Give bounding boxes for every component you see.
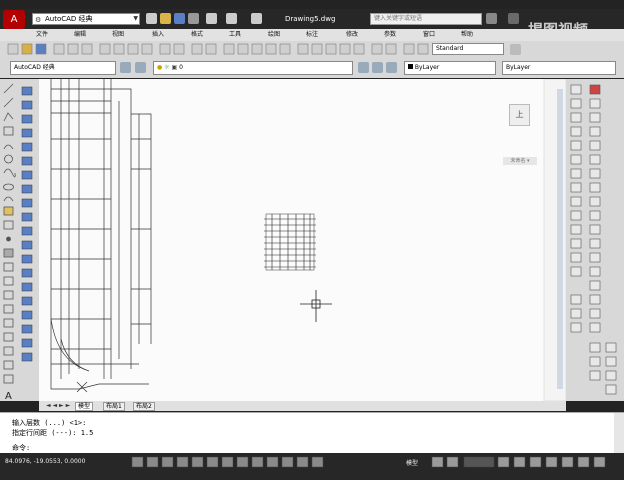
- color-value: ByLayer: [414, 64, 440, 71]
- menu-format[interactable]: 格式: [191, 30, 203, 40]
- tab-model[interactable]: 模型: [75, 402, 94, 411]
- gear-icon: ⚙: [35, 16, 42, 24]
- menu-insert[interactable]: 插入: [152, 30, 164, 40]
- sun-icon: ☼: [164, 64, 170, 71]
- autocad-window: A ⚙ AutoCAD 经典 ▼ Drawing5.dwg 键入关键字或短语 揭…: [0, 0, 624, 480]
- color-swatch: [408, 64, 413, 69]
- standard-toolbar: [0, 41, 624, 58]
- save-icon[interactable]: [174, 13, 185, 24]
- make-current-layer-icon[interactable]: [358, 62, 369, 73]
- menu-file[interactable]: 文件: [36, 30, 48, 40]
- menu-tools[interactable]: 工具: [229, 30, 241, 40]
- menu-window[interactable]: 窗口: [423, 30, 435, 40]
- svg-text:A: A: [5, 391, 12, 401]
- menu-parameters[interactable]: 参数: [384, 30, 396, 40]
- linetype-combo[interactable]: ByLayer: [502, 61, 616, 75]
- layer-manager-icon[interactable]: [135, 62, 146, 73]
- plot-icon[interactable]: [251, 13, 262, 24]
- chevron-down-icon: ▼: [133, 15, 138, 22]
- document-title: Drawing5.dwg: [285, 15, 336, 23]
- text-style-combo[interactable]: Standard: [432, 43, 504, 55]
- layer-previous-icon[interactable]: [372, 62, 383, 73]
- layer-combo[interactable]: ● ☼ ▣ 0: [153, 61, 353, 75]
- menu-edit[interactable]: 编辑: [74, 30, 86, 40]
- color-combo[interactable]: ByLayer: [404, 61, 496, 75]
- lightbulb-icon: ●: [157, 64, 163, 71]
- ucs-menu[interactable]: 未命名 ▾: [503, 157, 537, 165]
- layer-name: 0: [179, 64, 183, 71]
- status-toggle-buttons[interactable]: [130, 455, 340, 469]
- draw-toolbar-left: A: [0, 79, 39, 402]
- communication-center-icon[interactable]: [508, 13, 519, 24]
- menu-view[interactable]: 视图: [112, 30, 124, 40]
- menu-modify[interactable]: 修改: [346, 30, 358, 40]
- command-history-line: 输入层数 (...) <1>:: [12, 419, 87, 427]
- tab-navigation-arrows[interactable]: ◄ ◄ ► ►: [46, 402, 74, 411]
- help-search-input[interactable]: 键入关键字或短语: [370, 13, 482, 25]
- save-as-icon[interactable]: [188, 13, 199, 24]
- menu-help[interactable]: 帮助: [461, 30, 473, 40]
- viewcube[interactable]: 上: [509, 104, 530, 126]
- lock-icon: ▣: [171, 64, 178, 71]
- match-layer-icon[interactable]: [386, 62, 397, 73]
- menu-draw[interactable]: 绘图: [268, 30, 280, 40]
- workspace-settings-icon[interactable]: [120, 62, 131, 73]
- command-prompt[interactable]: 命令:: [12, 443, 30, 453]
- workspace-value: AutoCAD 经典: [45, 15, 93, 23]
- workspace-combo[interactable]: AutoCAD 经典: [10, 61, 116, 75]
- model-space-button[interactable]: 模型: [406, 458, 418, 467]
- draw-tools-icons[interactable]: A: [0, 79, 39, 402]
- status-tray-icons[interactable]: [430, 455, 618, 469]
- linetype-value: ByLayer: [506, 64, 531, 71]
- menu-dimension[interactable]: 标注: [306, 30, 318, 40]
- search-icon[interactable]: [486, 13, 497, 24]
- coordinate-readout: 84.0976, -19.0553, 0.0000: [5, 458, 86, 465]
- quick-access-toolbar: [146, 13, 266, 25]
- command-scrollbar[interactable]: [614, 413, 624, 454]
- new-file-icon[interactable]: [146, 13, 157, 24]
- open-folder-icon[interactable]: [160, 13, 171, 24]
- tab-layout1[interactable]: 布局1: [103, 402, 125, 411]
- modify-tools-icons[interactable]: [566, 79, 624, 401]
- crosshair-cursor: [300, 290, 332, 322]
- dimension-style-icon[interactable]: [510, 44, 521, 55]
- workspace-selector[interactable]: ⚙ AutoCAD 经典 ▼: [32, 13, 140, 25]
- application-menu-button[interactable]: A: [3, 10, 25, 29]
- drawing-canvas[interactable]: [39, 78, 567, 402]
- command-history-line: 指定行间距 (---): 1.5: [12, 429, 94, 437]
- layout-tabs: 模型 布局1 布局2: [75, 402, 165, 411]
- redo-icon[interactable]: [226, 13, 237, 24]
- standard-toolbar-icons[interactable]: [6, 41, 436, 58]
- drawing-geometry: [50, 78, 567, 402]
- modify-toolbar-right: [566, 79, 624, 401]
- command-window[interactable]: 输入层数 (...) <1>: 指定行间距 (---): 1.5 命令:: [0, 412, 624, 454]
- undo-icon[interactable]: [206, 13, 217, 24]
- tab-layout2[interactable]: 布局2: [133, 402, 155, 411]
